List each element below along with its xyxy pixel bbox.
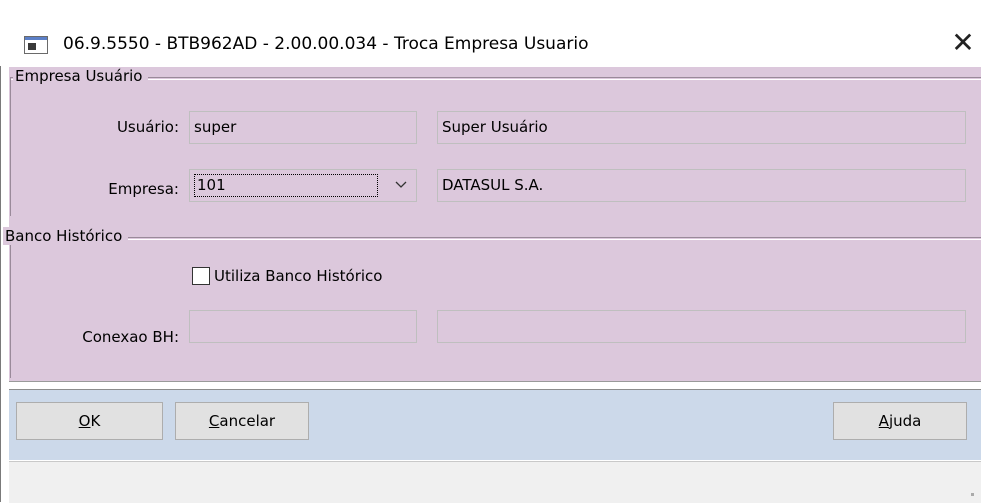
- usuario-name-field[interactable]: Super Usuário: [437, 111, 966, 144]
- empresa-name-field[interactable]: DATASUL S.A.: [437, 169, 966, 202]
- cancel-mnemonic: C: [208, 412, 220, 430]
- empresa-label: Empresa:: [108, 180, 179, 198]
- window-border: [0, 0, 1, 502]
- usuario-code-field[interactable]: super: [189, 111, 417, 144]
- window-app-icon[interactable]: [24, 36, 48, 54]
- close-button[interactable]: ✕: [945, 28, 981, 62]
- window-title: 06.9.5550 - BTB962AD - 2.00.00.034 - Tro…: [63, 34, 589, 54]
- conexao-bh-label: Conexao BH:: [82, 328, 179, 346]
- separator: [9, 381, 981, 382]
- conexao-bh-desc-field[interactable]: [437, 310, 966, 343]
- cancel-label: ancelar: [219, 412, 276, 430]
- help-label: juda: [888, 412, 922, 430]
- title-bar[interactable]: 06.9.5550 - BTB962AD - 2.00.00.034 - Tro…: [0, 0, 981, 66]
- help-button[interactable]: Ajuda: [833, 402, 967, 440]
- banco-historico-group: Banco Histórico: [3, 227, 981, 378]
- close-icon: ✕: [951, 26, 975, 59]
- dialog-window: 06.9.5550 - BTB962AD - 2.00.00.034 - Tro…: [0, 0, 981, 503]
- ok-button[interactable]: OK: [16, 402, 163, 440]
- utiliza-banco-historico-checkbox[interactable]: [192, 267, 210, 285]
- utiliza-banco-historico-label[interactable]: Utiliza Banco Histórico: [214, 267, 382, 285]
- button-bar: OK Cancelar Ajuda: [9, 389, 981, 460]
- resize-grip-icon[interactable]: [971, 493, 974, 496]
- empresa-usuario-legend: Empresa Usuário: [13, 67, 149, 85]
- chevron-down-icon[interactable]: [394, 177, 408, 191]
- conexao-bh-field[interactable]: [189, 310, 417, 343]
- status-bar: [9, 461, 981, 503]
- empresa-combo-value[interactable]: 101: [194, 174, 378, 197]
- cancel-button[interactable]: Cancelar: [175, 402, 309, 440]
- ok-mnemonic: O: [78, 412, 91, 430]
- help-mnemonic: A: [878, 412, 889, 430]
- dialog-client-area: Empresa Usuário Usuário: super Super Usu…: [3, 67, 981, 381]
- ok-label: K: [90, 412, 101, 430]
- empresa-combo[interactable]: 101: [189, 169, 417, 202]
- usuario-label: Usuário:: [116, 118, 179, 136]
- banco-historico-legend: Banco Histórico: [3, 227, 129, 245]
